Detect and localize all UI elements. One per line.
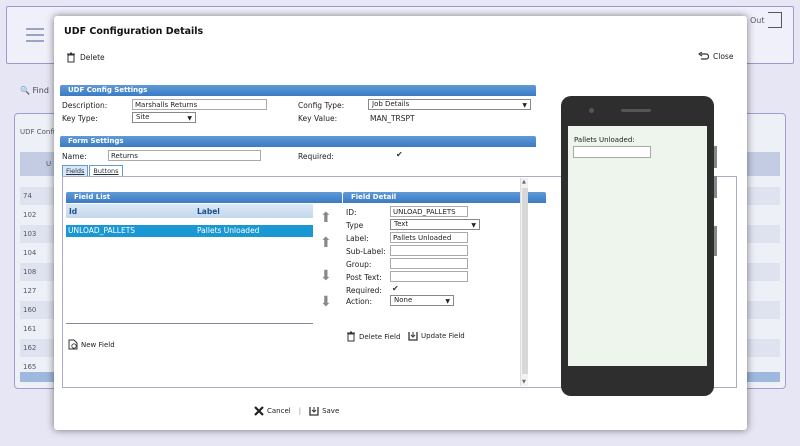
udf-config-settings-header: UDF Config Settings [60,85,536,96]
fd-required-checkbox[interactable]: ✔ [392,285,400,293]
cancel-button[interactable]: Cancel [254,406,291,416]
fd-sublabel-input[interactable] [390,245,468,256]
fd-type-label: Type [346,221,364,230]
required-checkbox[interactable]: ✔ [396,151,404,159]
field-list-header: Field List [66,192,342,203]
background-panel-title: UDF Confi [20,128,55,136]
move-top-icon[interactable]: ⬆ [320,210,332,226]
save-icon [309,407,319,416]
fd-id-label: ID: [346,208,357,217]
save-icon [408,332,418,341]
logout-label[interactable]: Out [750,16,765,25]
fd-label-label: Label: [346,234,369,243]
field-list-table: Id Label UNLOAD_PALLETS Pallets Unloaded [66,204,313,324]
config-type-value: Job Details [372,100,410,108]
chevron-down-icon: ▼ [187,115,192,122]
phone-camera-icon [589,108,594,113]
save-button[interactable]: Save [309,406,339,416]
fd-sublabel-label: Sub-Label: [346,247,386,256]
field-detail-header: Field Detail [343,192,546,203]
field-list-column-headers: Id Label [66,204,313,218]
fd-group-label: Group: [346,260,372,269]
move-bottom-icon[interactable]: ⬇ [320,294,332,310]
find-label[interactable]: 🔍 Find [20,86,49,95]
footer-separator: | [298,407,302,415]
update-field-label: Update Field [421,332,465,340]
scrollbar-thumb[interactable] [522,188,528,374]
fd-type-select[interactable]: Text ▼ [390,219,480,230]
modal-title: UDF Configuration Details [64,26,204,37]
save-label: Save [322,407,340,415]
key-value-text: MAN_TRSPT [370,114,415,123]
logout-icon[interactable] [768,12,782,28]
key-type-select[interactable]: Site ▼ [132,112,196,123]
fd-label-input[interactable] [390,232,468,243]
find-text: Find [32,86,49,95]
form-settings-header: Form Settings [60,136,536,147]
trash-icon [67,52,75,63]
fd-action-label: Action: [346,297,373,306]
table-row[interactable]: UNLOAD_PALLETS Pallets Unloaded [66,225,313,237]
key-value-label: Key Value: [298,114,338,123]
delete-field-label: Delete Field [359,332,401,341]
tab-fields[interactable]: Fields [62,165,89,176]
required-label: Required: [298,152,334,161]
key-type-value: Site [136,113,150,121]
close-label: Close [713,52,734,61]
delete-button[interactable]: Delete [66,52,105,63]
background-column-head: U [46,160,52,168]
preview-field-input[interactable] [573,146,651,158]
description-input[interactable] [132,99,267,110]
fd-id-input[interactable] [390,206,468,217]
scroll-up-icon[interactable]: ▲ [522,179,526,185]
phone-speaker-icon [621,109,651,112]
fd-type-value: Text [394,220,409,228]
phone-screen: Pallets Unloaded: [568,126,707,366]
new-field-label: New Field [81,340,115,349]
move-down-icon[interactable]: ⬇ [320,268,332,284]
chevron-down-icon: ▼ [522,102,527,109]
phone-side-button [714,146,717,168]
description-label: Description: [62,101,108,110]
x-icon [254,406,264,416]
fd-action-select[interactable]: None ▼ [390,295,454,306]
phone-side-button [714,226,717,256]
tab-panel-scrollbar[interactable]: ▲ ▼ [520,178,528,386]
scroll-down-icon[interactable]: ▼ [522,379,526,385]
hamburger-menu-icon[interactable] [26,28,44,42]
trash-icon [347,331,355,342]
fd-group-input[interactable] [390,258,468,269]
fd-action-value: None [394,296,413,304]
name-label: Name: [62,152,87,161]
fd-posttext-input[interactable] [390,271,468,282]
row-id: UNLOAD_PALLETS [68,226,136,235]
key-type-label: Key Type: [62,114,98,123]
close-button[interactable]: Close [698,52,733,61]
config-type-label: Config Type: [298,101,345,110]
modal-footer: Cancel | Save [254,406,339,416]
udf-config-modal: UDF Configuration Details Delete Close U… [54,16,747,430]
new-document-icon [68,339,78,350]
chevron-down-icon: ▼ [471,222,476,229]
column-label: Label [197,207,220,216]
form-tabs: Fields Buttons [62,165,124,176]
delete-field-button[interactable]: Delete Field [346,331,400,342]
tab-buttons[interactable]: Buttons [89,165,123,176]
delete-label: Delete [80,53,105,62]
fd-required-label: Required: [346,286,382,295]
column-id: Id [69,207,78,216]
undo-arrow-icon [698,52,709,60]
move-up-icon[interactable]: ⬆ [320,235,332,251]
name-input[interactable] [108,150,261,161]
config-type-select[interactable]: Job Details ▼ [368,99,531,110]
new-field-button[interactable]: New Field [68,339,115,350]
phone-side-button [714,176,717,198]
fd-posttext-label: Post Text: [346,273,382,282]
row-label: Pallets Unloaded [197,226,260,235]
preview-field-label: Pallets Unloaded: [574,136,635,144]
chevron-down-icon: ▼ [445,298,450,305]
cancel-label: Cancel [267,407,291,415]
phone-preview: Pallets Unloaded: [561,96,717,396]
update-field-button[interactable]: Update Field [408,331,465,341]
